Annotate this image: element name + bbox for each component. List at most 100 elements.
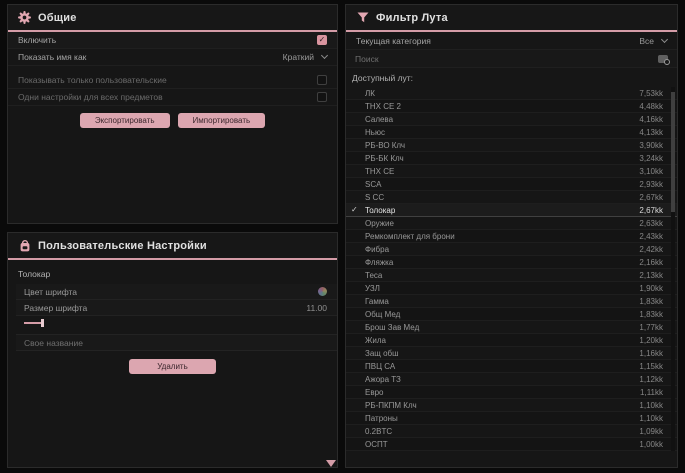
loot-item-name: Фибра (360, 245, 639, 254)
loot-row[interactable]: ✓ РБ-ПКПМ Клч 1,10kk (346, 399, 677, 412)
loot-item-name: ТНХ СЕ 2 (360, 102, 639, 111)
loot-item-name: Ремкомплект для брони (360, 232, 639, 241)
loot-item-value: 2,63kk (639, 219, 663, 228)
search-input[interactable] (355, 54, 658, 64)
loot-row[interactable]: ✓ УЗЛ 1,90kk (346, 282, 677, 295)
loot-row[interactable]: ✓ S CC 2,67kk (346, 191, 677, 204)
custom-name-input[interactable] (24, 338, 329, 348)
name-display-label: Показать имя как (18, 52, 86, 62)
same-settings-checkbox[interactable]: ✓ (317, 92, 327, 102)
loot-item-value: 1,16kk (639, 349, 663, 358)
font-size-row: Размер шрифта 11.00 (16, 300, 337, 316)
enable-checkbox[interactable]: ✓ (317, 35, 327, 45)
loot-item-name: РБ-БК Клч (360, 154, 639, 163)
loot-item-value: 1,77kk (639, 323, 663, 332)
loot-row[interactable]: ✓ Оружие 2,63kk (346, 217, 677, 230)
loot-row[interactable]: ✓ SCA 2,93kk (346, 178, 677, 191)
loot-row[interactable]: ✓ РБ-ВО Клч 3,90kk (346, 139, 677, 152)
loot-row[interactable]: ✓ ПВЦ СА 1,15kk (346, 360, 677, 373)
check-icon: ✓ (351, 206, 360, 214)
loot-item-name: РБ-ПКПМ Клч (360, 401, 639, 410)
only-custom-checkbox[interactable]: ✓ (317, 75, 327, 85)
loot-row[interactable]: ✓ Толокар 2,67kk (346, 204, 677, 217)
loot-row[interactable]: ✓ Ньюс 4,13kk (346, 126, 677, 139)
loot-row[interactable]: ✓ Патроны 1,10kk (346, 412, 677, 425)
setting-row-name-display: Показать имя как Краткий (8, 49, 337, 66)
scrollbar[interactable] (671, 87, 675, 451)
loot-item-value: 1,20kk (639, 336, 663, 345)
custom-name-row (16, 334, 337, 351)
name-display-dropdown[interactable]: Краткий (283, 52, 327, 62)
loot-row[interactable]: ✓ Евро 1,11kk (346, 386, 677, 399)
loot-row[interactable]: ✓ Теса 2,13kk (346, 269, 677, 282)
loot-row[interactable]: ✓ 0.2BTC 1,09kk (346, 425, 677, 438)
color-picker-icon[interactable] (318, 287, 327, 296)
loot-item-name: Салева (360, 115, 639, 124)
loot-item-name: SCA (360, 180, 639, 189)
loot-row[interactable]: ✓ Фибра 2,42kk (346, 243, 677, 256)
import-button[interactable]: Импортировать (178, 113, 266, 128)
loot-item-name: РБ-ВО Клч (360, 141, 639, 150)
loot-row[interactable]: ✓ Общ Мед 1,83kk (346, 308, 677, 321)
panel-loot-filter: Фильтр Лута Текущая категория Все Доступ… (345, 4, 678, 468)
font-color-row: Цвет шрифта (16, 284, 337, 300)
panel-loot-filter-title: Фильтр Лута (376, 12, 448, 24)
slider-handle[interactable] (41, 319, 44, 327)
loot-row[interactable]: ✓ ОСПТ 1,00kk (346, 438, 677, 451)
category-row: Текущая категория Все (346, 32, 677, 50)
loot-item-name: Ньюс (360, 128, 639, 137)
loot-item-name: Защ обш (360, 349, 639, 358)
search-icon[interactable] (658, 55, 668, 63)
font-size-slider[interactable] (24, 319, 321, 327)
loot-row[interactable]: ✓ ТНХ СЕ 2 4,48kk (346, 100, 677, 113)
panel-user-settings-header: Пользовательские Настройки (8, 233, 337, 260)
available-loot-label: Доступный лут: (346, 68, 677, 87)
loot-row[interactable]: ✓ Фляжка 2,16kk (346, 256, 677, 269)
loot-item-name: Оружие (360, 219, 639, 228)
loot-row[interactable]: ✓ Гамма 1,83kk (346, 295, 677, 308)
category-dropdown[interactable]: Все (639, 36, 667, 46)
loot-row[interactable]: ✓ РБ-БК Клч 3,24kk (346, 152, 677, 165)
loot-item-value: 1,15kk (639, 362, 663, 371)
loot-row[interactable]: ✓ ТНХ СЕ 3,10kk (346, 165, 677, 178)
loot-row[interactable]: ✓ Защ обш 1,16kk (346, 347, 677, 360)
panel-user-settings: Пользовательские Настройки Толокар Цвет … (7, 232, 338, 468)
loot-row[interactable]: ✓ Жила 1,20kk (346, 334, 677, 347)
loot-item-value: 2,93kk (639, 180, 663, 189)
loot-item-name: Брош Зав Мед (360, 323, 639, 332)
loot-row[interactable]: ✓ ЛК 7,53kk (346, 87, 677, 100)
loot-item-value: 2,67kk (639, 193, 663, 202)
funnel-icon (356, 11, 369, 24)
scrollbar-thumb[interactable] (671, 92, 675, 212)
loot-item-value: 2,43kk (639, 232, 663, 241)
loot-row[interactable]: ✓ Ажора ТЗ 1,12kk (346, 373, 677, 386)
loot-item-value: 4,16kk (639, 115, 663, 124)
loot-item-value: 1,09kk (639, 427, 663, 436)
font-color-label: Цвет шрифта (24, 287, 77, 297)
panel-loot-filter-header: Фильтр Лута (346, 5, 677, 32)
enable-label: Включить (18, 35, 56, 45)
loot-item-value: 1,00kk (639, 440, 663, 449)
panel-general-header: Общие (8, 5, 337, 32)
loot-item-name: Гамма (360, 297, 639, 306)
chevron-down-icon (321, 52, 328, 59)
loot-item-value: 1,10kk (639, 401, 663, 410)
setting-row-only-custom: Показывать только пользовательские ✓ (8, 72, 337, 89)
loot-item-name: Общ Мед (360, 310, 639, 319)
loot-item-name: ПВЦ СА (360, 362, 639, 371)
same-settings-label: Одни настройки для всех предметов (18, 92, 163, 102)
delete-button[interactable]: Удалить (129, 359, 216, 374)
loot-row[interactable]: ✓ Салева 4,16kk (346, 113, 677, 126)
loot-row[interactable]: ✓ Ремкомплект для брони 2,43kk (346, 230, 677, 243)
loot-item-value: 4,48kk (639, 102, 663, 111)
loot-item-value: 1,12kk (639, 375, 663, 384)
scroll-down-indicator[interactable] (326, 460, 336, 467)
loot-item-value: 2,67kk (639, 206, 663, 215)
export-button[interactable]: Экспортировать (80, 113, 170, 128)
loot-item-name: Евро (360, 388, 640, 397)
loot-row[interactable]: ✓ Брош Зав Мед 1,77kk (346, 321, 677, 334)
loot-item-value: 7,53kk (639, 89, 663, 98)
selected-item-name: Толокар (18, 269, 327, 279)
loot-item-value: 3,10kk (639, 167, 663, 176)
only-custom-label: Показывать только пользовательские (18, 75, 167, 85)
